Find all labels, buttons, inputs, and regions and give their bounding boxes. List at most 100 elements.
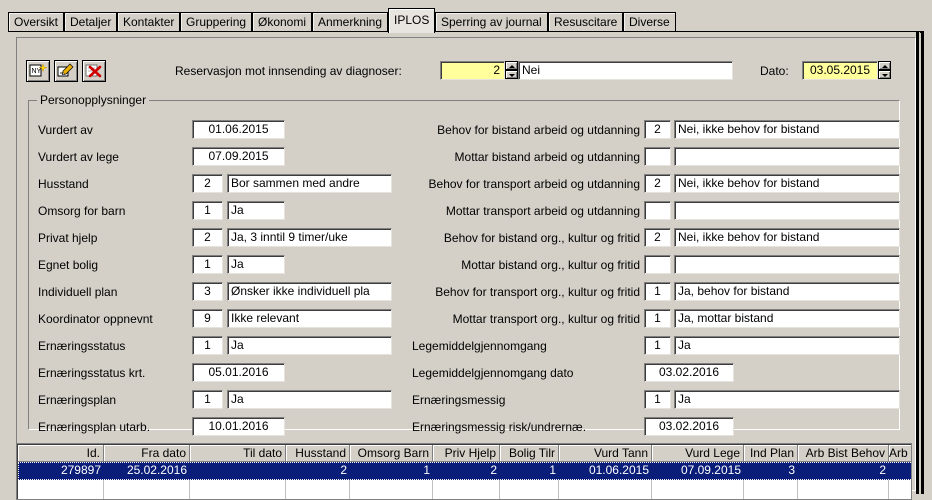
field-code-individuell-plan[interactable]: 3 — [192, 282, 223, 301]
grid-cell[interactable]: 07.09.2015 — [652, 462, 744, 480]
field-code-husstand[interactable]: 2 — [192, 174, 223, 193]
edit-record-button[interactable] — [54, 60, 78, 82]
field-code-behov-transport-arbeid[interactable]: 2 — [644, 174, 671, 193]
field-value-ernaeringsplan-utarb[interactable]: 10.01.2016 — [192, 417, 285, 436]
field-value-behov-transport-arbeid[interactable]: Nei, ikke behov for bistand — [674, 174, 900, 193]
grid-header-cell[interactable]: Arb Bist Behov — [798, 445, 889, 462]
grid-header-cell[interactable]: Ind Plan — [744, 445, 798, 462]
field-code-behov-bistand-org[interactable]: 2 — [644, 228, 671, 247]
grid-cell-empty[interactable] — [433, 480, 500, 499]
table-row-empty[interactable] — [18, 480, 911, 499]
table-row[interactable]: 279897 25.02.2016 2 1 2 1 01.06.2015 07.09.2015… — [18, 462, 911, 480]
reservation-spin-up[interactable] — [505, 61, 518, 70]
field-value-legemiddelgjennomgang-dato[interactable]: 03.02.2016 — [644, 363, 734, 382]
field-code-behov-bistand-arbeid[interactable]: 2 — [644, 120, 671, 139]
tab-sperring-av-journal[interactable]: Sperring av journal — [435, 12, 548, 32]
field-value-behov-transport-org[interactable]: Ja, behov for bistand — [674, 282, 900, 301]
field-code-mottar-bistand-arbeid[interactable] — [644, 147, 671, 166]
field-value-husstand[interactable]: Bor sammen med andre — [227, 174, 392, 193]
grid-cell-empty[interactable] — [350, 480, 433, 499]
field-value-mottar-bistand-arbeid[interactable] — [674, 147, 900, 166]
field-value-koordinator-oppnevnt[interactable]: Ikke relevant — [227, 309, 392, 328]
grid-cell-empty[interactable] — [889, 480, 911, 499]
field-code-privat-hjelp[interactable]: 2 — [192, 228, 223, 247]
field-code-mottar-bistand-org[interactable] — [644, 255, 671, 274]
field-value-egnet-bolig[interactable]: Ja — [227, 255, 285, 274]
grid-header-cell[interactable]: Husstand — [286, 445, 350, 462]
field-code-egnet-bolig[interactable]: 1 — [192, 255, 223, 274]
grid-header-cell[interactable]: Priv Hjelp — [433, 445, 500, 462]
tab-kontakter[interactable]: Kontakter — [117, 12, 181, 32]
date-spin-down[interactable] — [878, 70, 891, 79]
grid-cell[interactable] — [190, 462, 286, 480]
grid-cell-empty[interactable] — [190, 480, 286, 499]
field-code-ernaeringsplan[interactable]: 1 — [192, 390, 223, 409]
grid-header-cell[interactable]: Omsorg Barn — [350, 445, 433, 462]
field-value-ernaeringsstatus[interactable]: Ja — [227, 336, 392, 355]
date-spin-up[interactable] — [878, 61, 891, 70]
field-code-mottar-transport-org[interactable]: 1 — [644, 309, 671, 328]
grid-header-cell[interactable]: Arb B — [889, 445, 911, 462]
tab-diverse[interactable]: Diverse — [623, 12, 676, 32]
grid-cell-empty[interactable] — [286, 480, 350, 499]
grid-cell[interactable]: 279897 — [18, 462, 104, 480]
field-code-mottar-transport-arbeid[interactable] — [644, 201, 671, 220]
grid-cell[interactable]: 1 — [500, 462, 559, 480]
field-code-ernaeringsmessig[interactable]: 1 — [644, 390, 671, 409]
grid-cell[interactable]: 3 — [744, 462, 798, 480]
field-value-mottar-bistand-org[interactable] — [674, 255, 900, 274]
grid-cell[interactable]: 1 — [350, 462, 433, 480]
grid-header-cell[interactable]: Vurd Lege — [652, 445, 744, 462]
grid-cell[interactable]: 2 — [433, 462, 500, 480]
field-value-omsorg-for-barn[interactable]: Ja — [227, 201, 285, 220]
date-input[interactable]: 03.05.2015 — [802, 61, 878, 80]
field-value-mottar-transport-org[interactable]: Ja, mottar bistand — [674, 309, 900, 328]
new-record-button[interactable]: NY — [26, 60, 50, 82]
grid-cell-empty[interactable] — [104, 480, 190, 499]
grid-cell-empty[interactable] — [500, 480, 559, 499]
grid-header-cell[interactable]: Til dato — [190, 445, 286, 462]
grid-header-cell[interactable]: Fra dato — [104, 445, 190, 462]
tab-resuscitare[interactable]: Resuscitare — [548, 12, 624, 32]
grid-header-cell[interactable]: Vurd Tann — [559, 445, 652, 462]
tab-konomi[interactable]: Økonomi — [252, 12, 313, 32]
reservation-text-input[interactable]: Nei — [518, 61, 733, 80]
grid-header-cell[interactable]: Bolig Tilr — [500, 445, 559, 462]
grid-header-cell[interactable]: Id. — [18, 445, 104, 462]
tab-detaljer[interactable]: Detaljer — [64, 12, 118, 32]
grid-cell-empty[interactable] — [18, 480, 104, 499]
field-value-ernaeringsmessig-risk[interactable]: 03.02.2016 — [644, 417, 734, 436]
grid-header-row[interactable]: Id. Fra dato Til dato Husstand Omsorg Barn Pr… — [18, 445, 911, 462]
field-value-ernaeringsplan[interactable]: Ja — [227, 390, 392, 409]
field-code-ernaeringsstatus[interactable]: 1 — [192, 336, 223, 355]
reservation-spin-down[interactable] — [505, 70, 518, 79]
field-value-vurdert-av[interactable]: 01.06.2015 — [192, 120, 285, 139]
grid-cell-empty[interactable] — [652, 480, 744, 499]
field-value-legemiddelgjennomgang[interactable]: Ja — [674, 336, 900, 355]
delete-record-button[interactable] — [82, 60, 106, 82]
grid-cell-empty[interactable] — [744, 480, 798, 499]
date-spinner[interactable] — [878, 61, 891, 80]
field-code-koordinator-oppnevnt[interactable]: 9 — [192, 309, 223, 328]
field-code-omsorg-for-barn[interactable]: 1 — [192, 201, 223, 220]
iplos-records-grid[interactable]: Id. Fra dato Til dato Husstand Omsorg Barn Pr… — [16, 443, 912, 500]
field-value-vurdert-av-lege[interactable]: 07.09.2015 — [192, 147, 285, 166]
field-value-ernaeringsmessig[interactable]: Ja — [674, 390, 900, 409]
reservation-code-input[interactable]: 2 — [440, 61, 505, 80]
field-value-individuell-plan[interactable]: Ønsker ikke individuell pla — [227, 282, 392, 301]
grid-cell[interactable]: 01.06.2015 — [559, 462, 652, 480]
reservation-code-spinner[interactable] — [505, 61, 518, 80]
tab-gruppering[interactable]: Gruppering — [180, 12, 253, 32]
field-value-behov-bistand-arbeid[interactable]: Nei, ikke behov for bistand — [674, 120, 900, 139]
tab-oversikt[interactable]: Oversikt — [8, 12, 65, 32]
field-value-privat-hjelp[interactable]: Ja, 3 inntil 9 timer/uke — [227, 228, 392, 247]
grid-cell[interactable] — [889, 462, 911, 480]
field-code-behov-transport-org[interactable]: 1 — [644, 282, 671, 301]
grid-cell[interactable]: 25.02.2016 — [104, 462, 190, 480]
field-value-mottar-transport-arbeid[interactable] — [674, 201, 900, 220]
field-code-legemiddelgjennomgang[interactable]: 1 — [644, 336, 671, 355]
grid-cell[interactable]: 2 — [286, 462, 350, 480]
field-value-behov-bistand-org[interactable]: Nei, ikke behov for bistand — [674, 228, 900, 247]
tab-anmerkning[interactable]: Anmerkning — [312, 12, 389, 32]
grid-cell-empty[interactable] — [559, 480, 652, 499]
